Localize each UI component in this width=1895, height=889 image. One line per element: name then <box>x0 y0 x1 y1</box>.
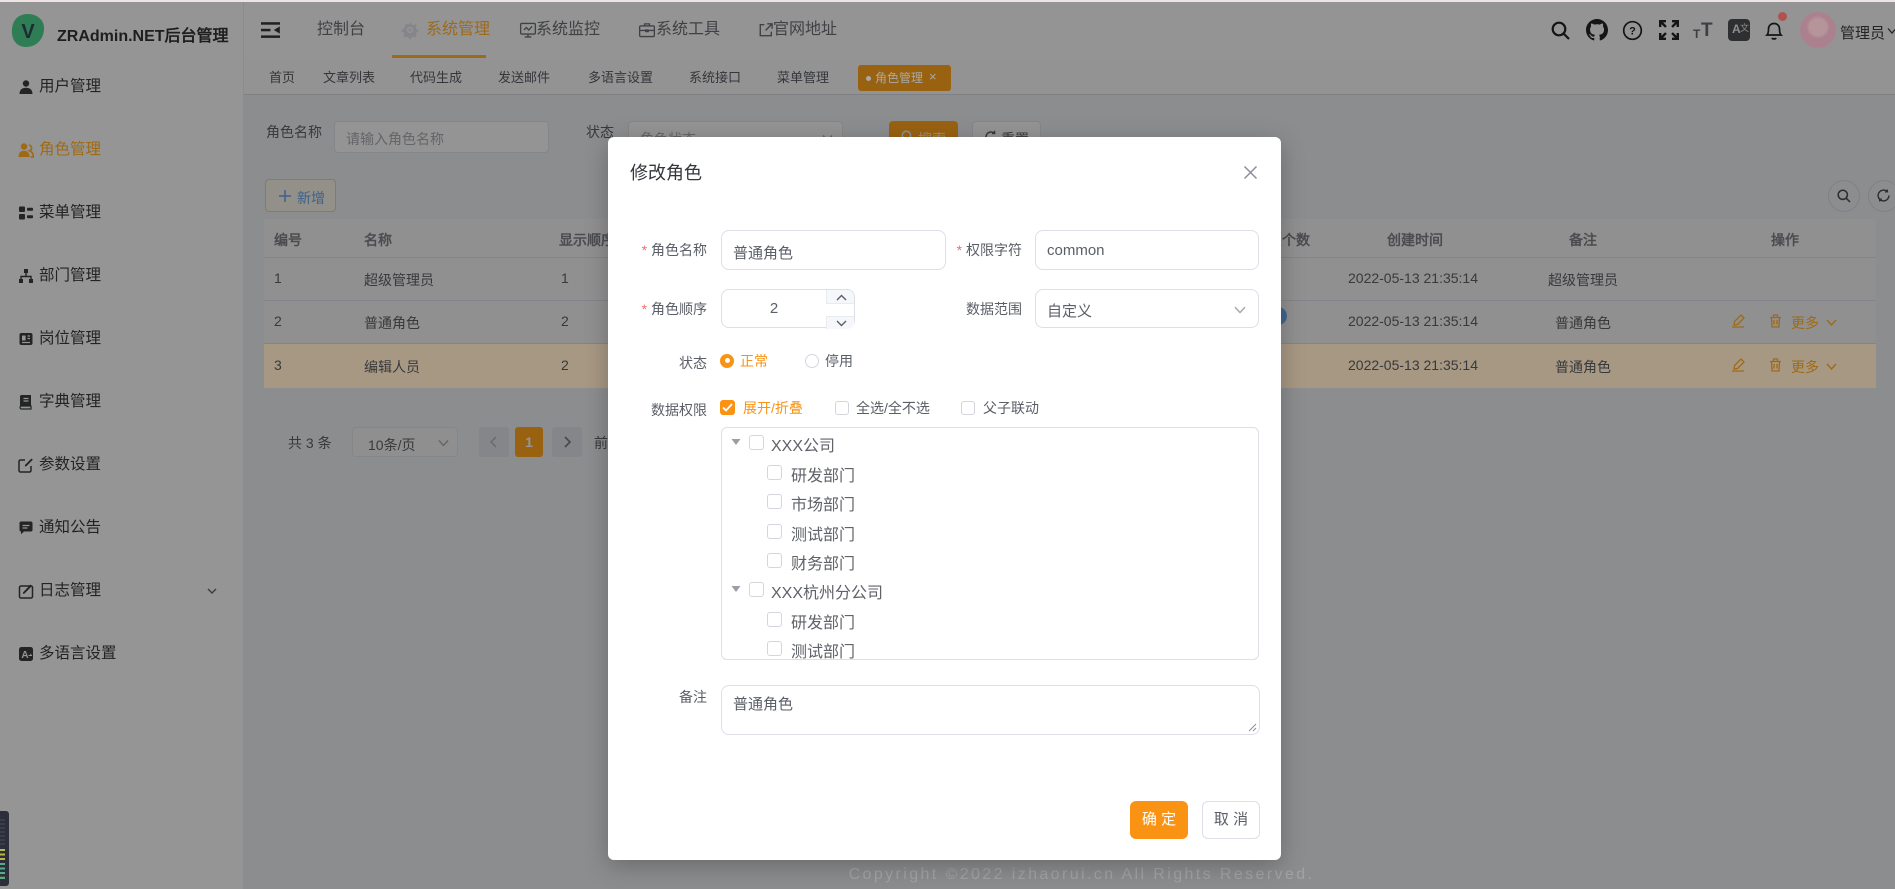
svg-text:A: A <box>21 650 28 661</box>
svg-text:V: V <box>21 21 35 43</box>
svg-text:?: ? <box>1629 26 1636 38</box>
